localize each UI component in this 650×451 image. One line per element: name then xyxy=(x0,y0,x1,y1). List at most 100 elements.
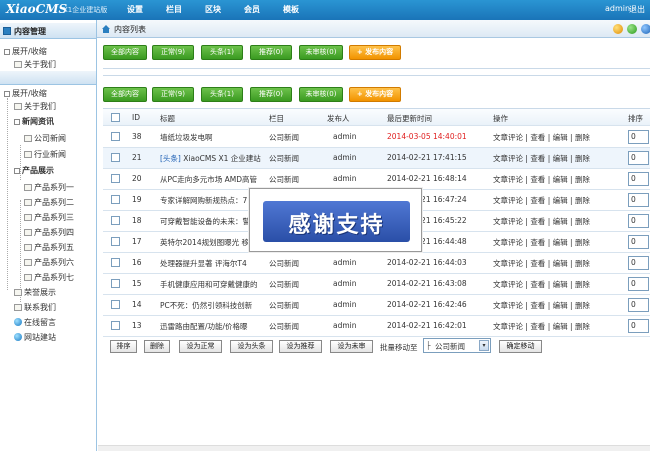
sidebar-item-contact[interactable]: 联系我们 xyxy=(14,303,56,313)
row-title[interactable]: 迅雷路由配置/功能/价格曝 xyxy=(160,321,267,332)
view-link[interactable]: 查看 xyxy=(530,133,545,142)
order-input[interactable]: 0 xyxy=(628,193,649,207)
set-normal-button[interactable]: 设为正常 xyxy=(179,340,222,353)
tools-icon[interactable] xyxy=(613,24,623,34)
comment-link[interactable]: 文章评论 xyxy=(493,238,523,247)
order-input[interactable]: 0 xyxy=(628,256,649,270)
logout-link[interactable]: 退出 xyxy=(629,4,645,15)
comment-link[interactable]: 文章评论 xyxy=(493,301,523,310)
filter-recommend[interactable]: 推荐(0) xyxy=(250,87,292,102)
order-input[interactable]: 0 xyxy=(628,151,649,165)
delete-link[interactable]: 删除 xyxy=(575,133,590,142)
view-link[interactable]: 查看 xyxy=(530,301,545,310)
row-checkbox[interactable] xyxy=(111,195,120,204)
sidebar-item-products[interactable]: 产品展示 xyxy=(14,166,54,176)
comment-link[interactable]: 文章评论 xyxy=(493,154,523,163)
horizontal-scrollbar[interactable] xyxy=(98,445,650,451)
comment-link[interactable]: 文章评论 xyxy=(493,175,523,184)
delete-link[interactable]: 删除 xyxy=(575,322,590,331)
delete-link[interactable]: 删除 xyxy=(575,238,590,247)
edit-link[interactable]: 编辑 xyxy=(553,217,568,226)
sidebar-ghost-about[interactable]: 关于我们 xyxy=(14,60,56,70)
help-icon[interactable] xyxy=(641,24,650,34)
comment-link[interactable]: 文章评论 xyxy=(493,133,523,142)
order-input[interactable]: 0 xyxy=(628,298,649,312)
sidebar-item-honors[interactable]: 荣誉展示 xyxy=(14,288,56,298)
delete-link[interactable]: 删除 xyxy=(575,154,590,163)
sidebar-item-product-7[interactable]: 产品系列七 xyxy=(24,273,74,283)
sidebar-item-news[interactable]: 新闻资讯 xyxy=(14,117,54,127)
view-link[interactable]: 查看 xyxy=(530,259,545,268)
row-checkbox[interactable] xyxy=(111,300,120,309)
order-input[interactable]: 0 xyxy=(628,214,649,228)
nav-settings[interactable]: 设置 xyxy=(127,4,143,15)
sidebar-item-industry-news[interactable]: 行业新闻 xyxy=(24,150,66,160)
row-checkbox[interactable] xyxy=(111,216,120,225)
view-link[interactable]: 查看 xyxy=(530,280,545,289)
move-target-select[interactable]: ├ 公司新闻 ▾ xyxy=(423,338,491,353)
comment-link[interactable]: 文章评论 xyxy=(493,217,523,226)
nav-templates[interactable]: 模板 xyxy=(283,4,299,15)
comment-link[interactable]: 文章评论 xyxy=(493,196,523,205)
sidebar-item-about[interactable]: 关于我们 xyxy=(14,102,56,112)
comment-link[interactable]: 文章评论 xyxy=(493,322,523,331)
ghost-filter-headline[interactable]: 头条(1) xyxy=(201,45,243,60)
order-input[interactable]: 0 xyxy=(628,172,649,186)
edit-link[interactable]: 编辑 xyxy=(553,322,568,331)
delete-link[interactable]: 删除 xyxy=(575,280,590,289)
view-link[interactable]: 查看 xyxy=(530,238,545,247)
comment-link[interactable]: 文章评论 xyxy=(493,280,523,289)
order-input[interactable]: 0 xyxy=(628,277,649,291)
edit-link[interactable]: 编辑 xyxy=(553,280,568,289)
order-input[interactable]: 0 xyxy=(628,319,649,333)
set-unreview-button[interactable]: 设为未审 xyxy=(330,340,373,353)
delete-link[interactable]: 删除 xyxy=(575,259,590,268)
sidebar-item-product-1[interactable]: 产品系列一 xyxy=(24,183,74,193)
sidebar-item-product-2[interactable]: 产品系列二 xyxy=(24,198,74,208)
select-all-checkbox[interactable] xyxy=(111,113,120,122)
add-icon[interactable] xyxy=(627,24,637,34)
view-link[interactable]: 查看 xyxy=(530,196,545,205)
row-checkbox[interactable] xyxy=(111,321,120,330)
view-link[interactable]: 查看 xyxy=(530,154,545,163)
delete-link[interactable]: 删除 xyxy=(575,217,590,226)
sidebar-ghost-toggle[interactable]: 展开/收缩 xyxy=(4,47,47,57)
delete-link[interactable]: 删除 xyxy=(575,196,590,205)
sidebar-item-product-6[interactable]: 产品系列六 xyxy=(24,258,74,268)
sidebar-item-product-5[interactable]: 产品系列五 xyxy=(24,243,74,253)
edit-link[interactable]: 编辑 xyxy=(553,196,568,205)
ghost-filter-normal[interactable]: 正常(9) xyxy=(152,45,194,60)
nav-members[interactable]: 会员 xyxy=(244,4,260,15)
row-checkbox[interactable] xyxy=(111,279,120,288)
set-recommend-button[interactable]: 设为推荐 xyxy=(279,340,322,353)
row-checkbox[interactable] xyxy=(111,258,120,267)
row-checkbox[interactable] xyxy=(111,174,120,183)
view-link[interactable]: 查看 xyxy=(530,322,545,331)
ghost-filter-unreviewed[interactable]: 未审核(0) xyxy=(299,45,343,60)
confirm-move-button[interactable]: 确定移动 xyxy=(499,340,542,353)
edit-link[interactable]: 编辑 xyxy=(553,238,568,247)
view-link[interactable]: 查看 xyxy=(530,175,545,184)
sidebar-item-company-news[interactable]: 公司新闻 xyxy=(24,134,66,144)
nav-blocks[interactable]: 区块 xyxy=(205,4,221,15)
nav-categories[interactable]: 栏目 xyxy=(166,4,182,15)
filter-headline[interactable]: 头条(1) xyxy=(201,87,243,102)
edit-link[interactable]: 编辑 xyxy=(553,259,568,268)
set-headline-button[interactable]: 设为头条 xyxy=(230,340,273,353)
order-input[interactable]: 0 xyxy=(628,130,649,144)
row-title[interactable]: 从PC走向多元市场 AMD高管 xyxy=(160,174,267,185)
sidebar-item-product-4[interactable]: 产品系列四 xyxy=(24,228,74,238)
row-checkbox[interactable] xyxy=(111,237,120,246)
row-title[interactable]: 手机健康应用和可穿戴健康的 xyxy=(160,279,267,290)
ghost-filter-all[interactable]: 全部内容 xyxy=(103,45,147,60)
sidebar-item-toggle[interactable]: 展开/收缩 xyxy=(4,89,47,99)
view-link[interactable]: 查看 xyxy=(530,217,545,226)
edit-link[interactable]: 编辑 xyxy=(553,133,568,142)
sidebar-item-product-3[interactable]: 产品系列三 xyxy=(24,213,74,223)
delete-link[interactable]: 删除 xyxy=(575,175,590,184)
row-title[interactable]: 墙纸垃圾发电啊 xyxy=(160,132,267,143)
sort-button[interactable]: 排序 xyxy=(110,340,137,353)
edit-link[interactable]: 编辑 xyxy=(553,154,568,163)
edit-link[interactable]: 编辑 xyxy=(553,175,568,184)
row-title[interactable]: 处理器提升显著 评海尔T4 xyxy=(160,258,267,269)
